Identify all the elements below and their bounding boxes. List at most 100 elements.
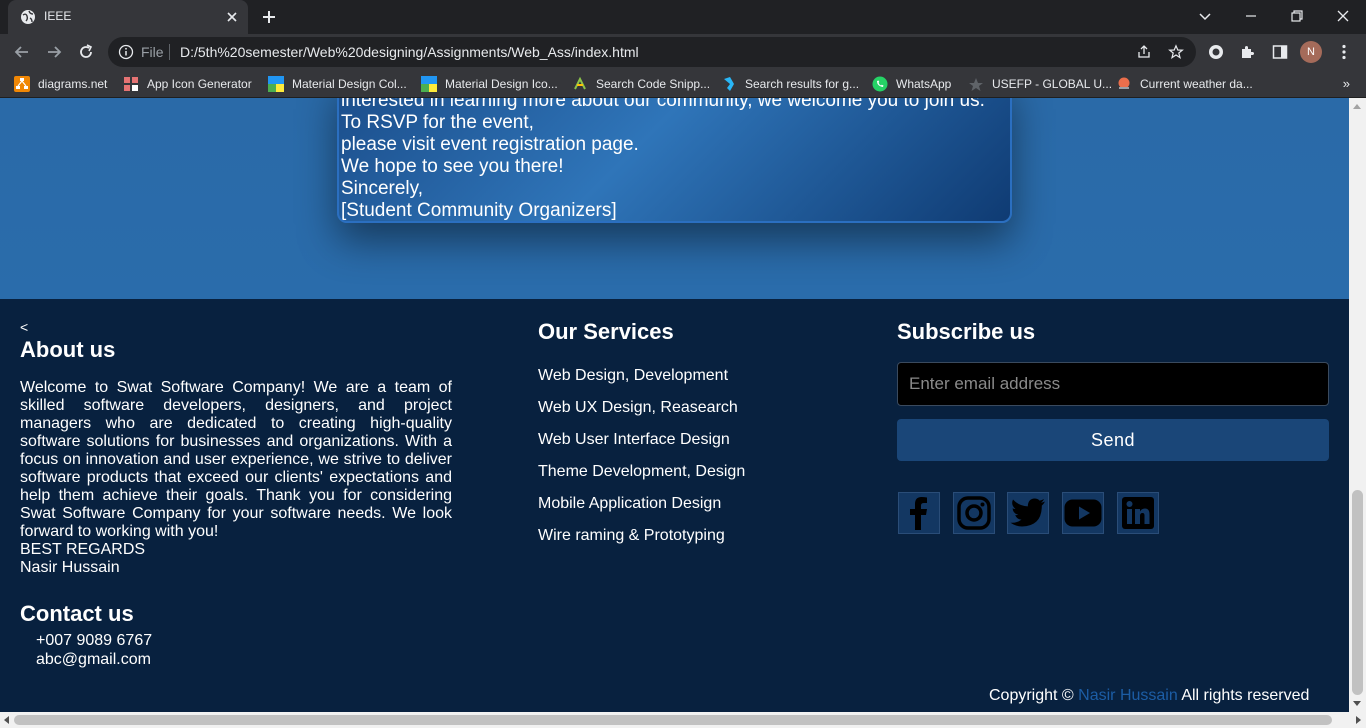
facebook-link[interactable] — [898, 492, 940, 534]
subscribe-heading: Subscribe us — [897, 319, 1036, 344]
copyright-owner-link[interactable]: Nasir Hussain — [1078, 687, 1178, 704]
material-icons-icon — [421, 76, 437, 92]
code-snippet-icon — [574, 76, 586, 90]
bookmark-label: diagrams.net — [38, 77, 108, 91]
bookmark-material-icons[interactable]: Material Design Ico... — [421, 75, 558, 93]
horizontal-scroll-thumb[interactable] — [14, 715, 1332, 725]
new-tab-icon[interactable] — [260, 8, 278, 26]
service-link[interactable]: Web User Interface Design — [538, 431, 730, 449]
url-scheme-label: File — [141, 44, 164, 60]
tab-strip: IEEE — [0, 0, 1366, 34]
globe-icon — [21, 10, 35, 24]
youtube-icon — [1064, 499, 1102, 527]
instagram-icon — [957, 496, 991, 530]
tab-search-chevron-icon[interactable] — [1195, 6, 1215, 26]
bookmark-usefp[interactable]: USEFP - GLOBAL U... — [968, 75, 1112, 93]
service-link[interactable]: Wire raming & Prototyping — [538, 527, 725, 545]
restore-icon[interactable] — [1287, 6, 1307, 26]
side-panel-icon[interactable] — [1271, 43, 1289, 61]
contact-phone: +007 9089 6767 — [36, 632, 153, 649]
bookmark-label: App Icon Generator — [147, 77, 252, 91]
youtube-link[interactable] — [1062, 492, 1104, 534]
bookmarks-overflow-button[interactable]: » — [1343, 76, 1350, 91]
weather-icon — [1118, 77, 1130, 89]
bookmark-code-snippets[interactable]: Search Code Snipp... — [572, 75, 710, 93]
event-line: please visit event registration page. — [341, 134, 639, 155]
address-bar[interactable]: File D:/5th%20semester/Web%20designing/A… — [108, 37, 1196, 67]
bookmark-label: USEFP - GLOBAL U... — [992, 77, 1113, 91]
linkedin-icon — [1122, 497, 1154, 529]
services-heading: Our Services — [538, 319, 674, 344]
copyright-suffix: All rights reserved — [1181, 687, 1310, 704]
scroll-right-arrow[interactable] — [1356, 716, 1361, 724]
email-input[interactable] — [897, 362, 1329, 406]
copyright-prefix: Copyright © — [989, 687, 1074, 704]
bookmark-label: WhatsApp — [896, 77, 952, 91]
browser-toolbar: File D:/5th%20semester/Web%20designing/A… — [0, 34, 1366, 70]
event-invitation-text: interested in learning more about our co… — [341, 98, 985, 221]
page-viewport: interested in learning more about our co… — [0, 98, 1349, 712]
close-icon[interactable] — [224, 9, 240, 25]
service-link[interactable]: Theme Development, Design — [538, 463, 745, 481]
regards-text: BEST REGARDS — [20, 541, 146, 558]
back-arrow-icon[interactable] — [12, 42, 32, 62]
bookmark-weather[interactable]: Current weather da... — [1116, 75, 1253, 93]
bookmark-search-results[interactable]: Search results for g... — [721, 75, 859, 93]
event-section: interested in learning more about our co… — [0, 98, 1349, 299]
bookmark-material-colors[interactable]: Material Design Col... — [268, 75, 407, 93]
vertical-scrollbar[interactable] — [1349, 98, 1366, 712]
event-line: We hope to see you there! — [341, 156, 564, 177]
service-link[interactable]: Web Design, Development — [538, 367, 728, 385]
profile-avatar[interactable]: N — [1300, 41, 1322, 63]
extensions-puzzle-icon[interactable] — [1239, 43, 1257, 61]
scroll-left-arrow[interactable] — [4, 716, 9, 724]
bookmark-star-icon[interactable] — [1168, 44, 1184, 60]
service-link[interactable]: Mobile Application Design — [538, 495, 721, 513]
bookmark-label: Material Design Col... — [292, 77, 407, 91]
bookmark-label: Search Code Snipp... — [596, 77, 711, 91]
event-line: interested in learning more about our co… — [341, 98, 985, 111]
send-button[interactable]: Send — [897, 419, 1329, 461]
horizontal-scrollbar[interactable] — [0, 712, 1366, 728]
share-icon[interactable] — [1136, 44, 1152, 60]
scroll-down-arrow[interactable] — [1353, 701, 1361, 706]
event-invitation-card: interested in learning more about our co… — [337, 98, 1012, 223]
linkedin-link[interactable] — [1117, 492, 1159, 534]
bookmark-diagrams[interactable]: diagrams.net — [14, 75, 107, 93]
tab-title: IEEE — [44, 9, 72, 23]
facebook-icon — [910, 497, 927, 530]
window-close-icon[interactable] — [1333, 6, 1353, 26]
author-name: Nasir Hussain — [20, 559, 120, 576]
material-color-icon — [268, 76, 284, 92]
minimize-icon[interactable] — [1241, 6, 1261, 26]
info-icon[interactable] — [118, 44, 134, 60]
bookmark-app-icon-generator[interactable]: App Icon Generator — [123, 75, 252, 93]
browser-tab[interactable]: IEEE — [8, 0, 248, 34]
instagram-link[interactable] — [953, 492, 995, 534]
event-line: To RSVP for the event, — [341, 112, 534, 133]
event-line: Sincerely, — [341, 178, 424, 199]
app-icon-generator-icon — [124, 77, 138, 91]
about-heading: About us — [20, 337, 116, 362]
vertical-scroll-thumb[interactable] — [1352, 490, 1363, 695]
reload-icon[interactable] — [76, 42, 96, 62]
search-results-icon — [724, 77, 734, 91]
scroll-up-arrow[interactable] — [1353, 104, 1361, 109]
service-link[interactable]: Web UX Design, Reasearch — [538, 399, 738, 417]
event-line: [Student Community Organizers] — [341, 200, 617, 221]
about-paragraph: Welcome to Swat Software Company! We are… — [20, 379, 452, 540]
copyright-line: Copyright © Nasir Hussain All rights res… — [989, 687, 1309, 705]
extension-g-icon[interactable] — [1207, 43, 1225, 61]
twitter-icon — [1010, 498, 1045, 527]
forward-arrow-icon[interactable] — [44, 42, 64, 62]
bookmark-whatsapp[interactable]: WhatsApp — [872, 75, 951, 93]
url-text[interactable]: D:/5th%20semester/Web%20designing/Assign… — [180, 44, 639, 60]
contact-email: abc@gmail.com — [36, 651, 151, 668]
usefp-icon — [969, 78, 983, 91]
omnibox-divider — [169, 44, 170, 60]
more-menu-icon[interactable] — [1335, 43, 1353, 61]
contact-heading: Contact us — [20, 601, 134, 626]
bookmark-label: Material Design Ico... — [445, 77, 558, 91]
twitter-link[interactable] — [1007, 492, 1049, 534]
bookmarks-bar: diagrams.net App Icon Generator Material… — [0, 70, 1366, 98]
